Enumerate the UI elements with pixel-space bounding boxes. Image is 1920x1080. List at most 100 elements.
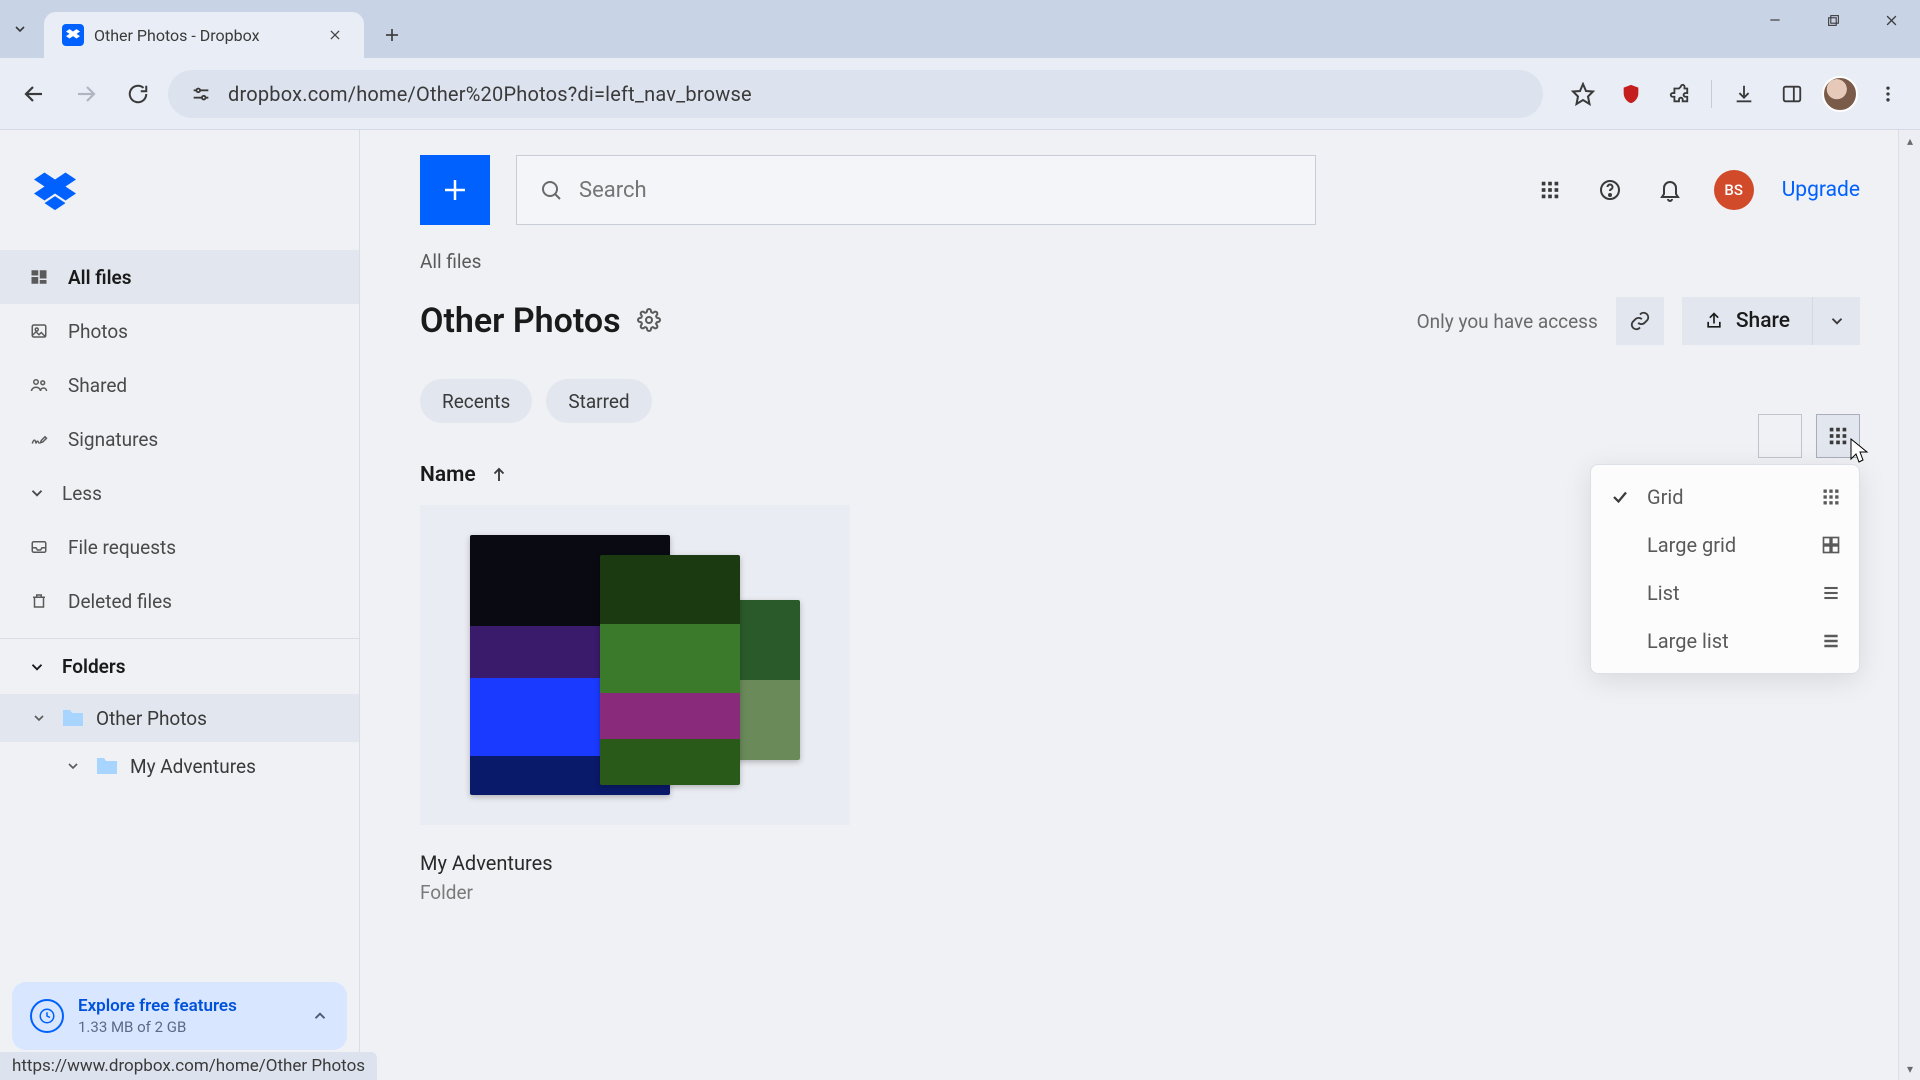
gear-icon xyxy=(637,308,661,332)
browser-address-bar: dropbox.com/home/Other%20Photos?di=left_… xyxy=(0,58,1920,130)
nav-file-requests[interactable]: File requests xyxy=(0,520,359,574)
search-icon xyxy=(539,178,563,202)
plus-icon xyxy=(440,175,470,205)
promo-explore-free-features[interactable]: Explore free features 1.33 MB of 2 GB xyxy=(12,982,347,1050)
nav-photos[interactable]: Photos xyxy=(0,304,359,358)
access-text: Only you have access xyxy=(1417,310,1598,333)
share-button[interactable]: Share xyxy=(1682,297,1812,345)
scroll-up-button[interactable]: ▴ xyxy=(1899,130,1920,152)
forward-button[interactable] xyxy=(64,72,108,116)
help-button[interactable] xyxy=(1594,174,1626,206)
tab-title: Other Photos - Dropbox xyxy=(94,26,260,45)
new-tab-button[interactable] xyxy=(372,15,412,55)
close-icon xyxy=(328,28,342,42)
folder-type-label: Folder xyxy=(420,881,850,904)
title-row-actions: Only you have access Share xyxy=(1417,297,1860,345)
extensions-button[interactable] xyxy=(1659,74,1699,114)
notifications-button[interactable] xyxy=(1654,174,1686,206)
browser-tab-active[interactable]: Other Photos - Dropbox xyxy=(44,12,364,58)
check-icon xyxy=(1609,486,1631,508)
view-option-large-grid[interactable]: Large grid xyxy=(1591,521,1859,569)
top-bar: BS Upgrade xyxy=(360,130,1920,250)
check-placeholder xyxy=(1609,534,1631,556)
window-minimize-button[interactable] xyxy=(1746,0,1804,40)
tree-item-my-adventures[interactable]: My Adventures xyxy=(0,742,359,790)
upgrade-link[interactable]: Upgrade xyxy=(1782,178,1860,202)
close-icon xyxy=(1884,13,1899,28)
search-box[interactable] xyxy=(516,155,1316,225)
bookmark-button[interactable] xyxy=(1563,74,1603,114)
dropbox-logo[interactable] xyxy=(0,130,359,250)
folder-icon xyxy=(94,755,120,777)
chrome-menu-button[interactable] xyxy=(1868,74,1908,114)
folders-header[interactable]: Folders xyxy=(0,638,359,694)
folder-thumbnail[interactable] xyxy=(420,505,850,825)
chip-recents[interactable]: Recents xyxy=(420,379,532,423)
view-option-large-list[interactable]: Large list xyxy=(1591,617,1859,665)
reload-button[interactable] xyxy=(116,72,160,116)
omnibox[interactable]: dropbox.com/home/Other%20Photos?di=left_… xyxy=(168,70,1543,118)
window-close-button[interactable] xyxy=(1862,0,1920,40)
app-root: All files Photos Shared Signatures Less xyxy=(0,130,1920,1080)
window-controls xyxy=(1746,0,1920,40)
chip-label: Recents xyxy=(442,390,510,413)
nav-all-files[interactable]: All files xyxy=(0,250,359,304)
promo-title: Explore free features xyxy=(78,996,237,1016)
dots-vertical-icon xyxy=(1878,84,1898,104)
nav-less-toggle[interactable]: Less xyxy=(0,466,359,520)
view-controls xyxy=(1758,414,1860,458)
share-options-button[interactable] xyxy=(1812,297,1860,345)
tab-search-button[interactable] xyxy=(0,9,40,49)
folder-settings-button[interactable] xyxy=(637,308,663,334)
promo-subtitle: 1.33 MB of 2 GB xyxy=(78,1018,237,1036)
side-panel-button[interactable] xyxy=(1772,74,1812,114)
view-option-label: Large list xyxy=(1647,629,1729,653)
tree-item-label: My Adventures xyxy=(130,755,256,778)
nav-label: Deleted files xyxy=(68,590,172,613)
check-placeholder xyxy=(1609,582,1631,604)
star-icon xyxy=(1571,82,1595,106)
scroll-down-button[interactable]: ▾ xyxy=(1899,1058,1920,1080)
view-mode-menu: Grid Large grid List xyxy=(1590,464,1860,674)
site-settings-button[interactable] xyxy=(188,81,214,107)
list-icon xyxy=(1821,583,1841,603)
main-area: BS Upgrade All files Other Photos Only y… xyxy=(360,130,1920,1080)
content-area: All files Other Photos Only you have acc… xyxy=(360,250,1920,1080)
app-switcher-button[interactable] xyxy=(1534,174,1566,206)
back-button[interactable] xyxy=(12,72,56,116)
content-scrollbar[interactable]: ▴ ▾ xyxy=(1898,130,1920,1080)
title-row: Other Photos Only you have access Share xyxy=(420,297,1860,345)
nav-deleted-files[interactable]: Deleted files xyxy=(0,574,359,628)
nav-shared[interactable]: Shared xyxy=(0,358,359,412)
check-placeholder xyxy=(1609,630,1631,652)
view-option-grid[interactable]: Grid xyxy=(1591,473,1859,521)
copy-link-button[interactable] xyxy=(1616,297,1664,345)
chip-starred[interactable]: Starred xyxy=(546,379,651,423)
arrow-right-icon xyxy=(74,82,98,106)
dropbox-logo-icon xyxy=(34,169,76,211)
browser-status-bar: https://www.dropbox.com/home/Other Photo… xyxy=(0,1052,377,1080)
people-icon xyxy=(28,374,50,396)
account-avatar[interactable]: BS xyxy=(1714,170,1754,210)
grid-small-icon xyxy=(28,266,50,288)
window-maximize-button[interactable] xyxy=(1804,0,1862,40)
ublock-extension-button[interactable] xyxy=(1611,74,1651,114)
dropbox-favicon xyxy=(62,24,84,46)
folder-card[interactable]: My Adventures Folder xyxy=(420,505,850,904)
tree-item-other-photos[interactable]: Other Photos xyxy=(0,694,359,742)
view-mode-button[interactable] xyxy=(1816,414,1860,458)
separator xyxy=(1711,80,1712,108)
nav-signatures[interactable]: Signatures xyxy=(0,412,359,466)
breadcrumb-all-files[interactable]: All files xyxy=(420,250,481,273)
search-input[interactable] xyxy=(579,178,1293,203)
chip-label: Starred xyxy=(568,390,629,413)
view-toggle-checkbox[interactable] xyxy=(1758,414,1802,458)
tab-close-button[interactable] xyxy=(324,24,346,46)
apps-grid-icon xyxy=(1539,179,1561,201)
create-button[interactable] xyxy=(420,155,490,225)
downloads-button[interactable] xyxy=(1724,74,1764,114)
profile-button[interactable] xyxy=(1820,74,1860,114)
profile-avatar-icon xyxy=(1822,76,1858,112)
panel-icon xyxy=(1781,83,1803,105)
view-option-list[interactable]: List xyxy=(1591,569,1859,617)
